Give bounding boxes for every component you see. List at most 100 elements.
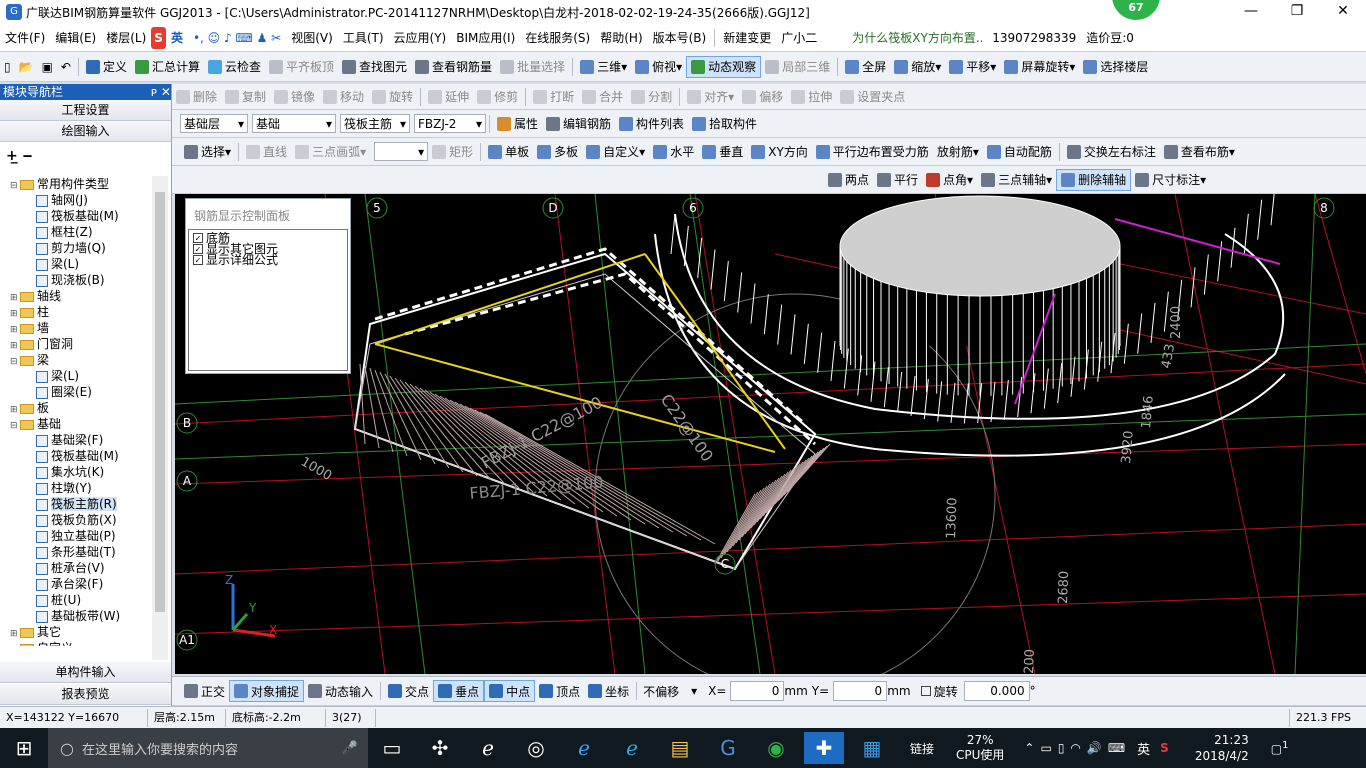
xy-direction-button[interactable]: XY方向: [747, 141, 812, 163]
grip-button[interactable]: 设置夹点: [836, 86, 909, 108]
mic-icon[interactable]: 🎤: [342, 741, 358, 756]
screenshot-app-icon[interactable]: ▦: [856, 732, 888, 764]
tree-item[interactable]: ⊞ 其它: [0, 624, 152, 640]
tree-item[interactable]: 筏板主筋(R): [0, 496, 152, 512]
component-list-button[interactable]: 构件列表: [615, 113, 688, 135]
line-button[interactable]: 直线: [242, 141, 291, 163]
mirror-button[interactable]: 镜像: [270, 86, 319, 108]
question-link[interactable]: 为什么筏板XY方向布置...: [822, 27, 982, 49]
menu-online[interactable]: 在线服务(S): [520, 27, 595, 49]
undo-icon[interactable]: ↶: [57, 56, 75, 78]
properties-button[interactable]: 属性: [493, 113, 542, 135]
align-button[interactable]: 对齐 ▾: [683, 86, 738, 108]
sogou-s-icon[interactable]: S: [151, 26, 166, 49]
price-beans[interactable]: 造价豆:0: [1081, 27, 1139, 49]
fan-app-icon[interactable]: ✣: [424, 732, 456, 764]
tree-item[interactable]: ⊞ 门窗洞: [0, 336, 152, 352]
rotate-checkbox[interactable]: 旋转: [917, 685, 958, 699]
menu-tools[interactable]: 工具(T): [338, 27, 389, 49]
tree-item[interactable]: 集水坑(K): [0, 464, 152, 480]
tree-item[interactable]: 筏板负筋(X): [0, 512, 152, 528]
cpu-meter[interactable]: 27% CPU使用: [956, 733, 1004, 763]
dynamic-input-button[interactable]: 动态输入: [304, 680, 377, 702]
tree-item[interactable]: 筏板基础(M): [0, 208, 152, 224]
guangxiaoer-button[interactable]: 广小二: [776, 27, 822, 49]
fullscreen-button[interactable]: 全屏: [841, 56, 890, 78]
draw-input-button[interactable]: 绘图输入: [0, 121, 171, 142]
pan-button[interactable]: 平移 ▾: [945, 56, 1000, 78]
glodon-active-icon[interactable]: ✚: [804, 732, 844, 764]
multi-slab-button[interactable]: 多板: [533, 141, 582, 163]
task-view-icon[interactable]: ▭: [376, 732, 408, 764]
tree-item[interactable]: ⊟ 梁: [0, 352, 152, 368]
merge-button[interactable]: 合并: [578, 86, 627, 108]
ortho-button[interactable]: 正交: [180, 680, 229, 702]
windows-start-icon[interactable]: ⊞: [0, 732, 48, 764]
snap-intersection-button[interactable]: 交点: [384, 680, 433, 702]
horizontal-button[interactable]: 水平: [649, 141, 698, 163]
snap-coord-button[interactable]: 坐标: [584, 680, 633, 702]
auto-rebar-button[interactable]: 自动配筋: [983, 141, 1056, 163]
break-button[interactable]: 打断: [529, 86, 578, 108]
y-input[interactable]: 0: [833, 681, 888, 701]
swap-label-button[interactable]: 交换左右标注: [1063, 141, 1160, 163]
menu-file[interactable]: 文件(F): [0, 27, 50, 49]
tree-item[interactable]: 基础梁(F): [0, 432, 152, 448]
tree-item[interactable]: 独立基础(P): [0, 528, 152, 544]
cloud-check-button[interactable]: 云检查: [204, 56, 265, 78]
batch-select-button[interactable]: 批量选择: [496, 56, 569, 78]
view-rebar-button[interactable]: 查看钢筋量: [411, 56, 496, 78]
tree-item[interactable]: ⊟ 常用构件类型: [0, 176, 152, 192]
rotate-button[interactable]: 旋转: [368, 86, 417, 108]
ime-lang[interactable]: 英: [166, 27, 188, 49]
tree-item[interactable]: 桩(U): [0, 592, 152, 608]
ime-tools-icon[interactable]: •, ☺ ♪ ⌨ ♟ ✂: [188, 27, 286, 49]
user-phone[interactable]: 13907298339: [982, 27, 1081, 49]
three-point-aux-button[interactable]: 三点辅轴 ▾: [977, 169, 1056, 191]
split-button[interactable]: 分割: [627, 86, 676, 108]
tray-icons[interactable]: ⌃▭▯◠🔊⌨: [1024, 741, 1131, 755]
arc-button[interactable]: 三点画弧 ▾: [291, 141, 370, 163]
zoom-button[interactable]: 缩放 ▾: [890, 56, 945, 78]
tree-item[interactable]: 梁(L): [0, 256, 152, 272]
drawing-canvas[interactable]: FBZJ-1 C22@100 FBZJ-1 C22@100 C22@100 24…: [175, 194, 1366, 674]
find-element-button[interactable]: 查找图元: [338, 56, 411, 78]
vertical-button[interactable]: 垂直: [698, 141, 747, 163]
tree-item[interactable]: 桩承台(V): [0, 560, 152, 576]
rotate-input[interactable]: 0.000: [963, 681, 1030, 701]
radial-rebar-button[interactable]: 放射筋 ▾: [933, 141, 983, 163]
menu-bim[interactable]: BIM应用(I): [451, 27, 520, 49]
trim-button[interactable]: 修剪: [473, 86, 522, 108]
rect-button[interactable]: 矩形: [428, 141, 477, 163]
new-file-button[interactable]: ▯: [0, 56, 15, 78]
checkbox-show-formula[interactable]: ✓ 显示详细公式: [189, 253, 347, 267]
green-app-icon[interactable]: ◉: [760, 732, 792, 764]
expand-toggle-icon[interactable]: ⊞: [10, 642, 20, 646]
link-label[interactable]: 链接: [910, 740, 934, 757]
open-folder-icon[interactable]: 📂: [15, 56, 38, 78]
tree-item[interactable]: ⊞ 柱: [0, 304, 152, 320]
extend-button[interactable]: 延伸: [424, 86, 473, 108]
tree-item[interactable]: 承台梁(F): [0, 576, 152, 592]
sogou-tray-icon[interactable]: S: [1160, 741, 1169, 755]
parallel-edge-button[interactable]: 平行边布置受力筋: [812, 141, 933, 163]
custom-button[interactable]: 自定义 ▾: [582, 141, 649, 163]
maximize-button[interactable]: ❐: [1274, 0, 1320, 24]
top-view-button[interactable]: 俯视 ▾: [631, 56, 686, 78]
taskbar-search-box[interactable]: ○ 在这里输入你要搜索的内容 🎤: [48, 728, 368, 768]
tree-scrollbar[interactable]: [152, 176, 168, 660]
point-angle-button[interactable]: 点角 ▾: [922, 169, 977, 191]
move-button[interactable]: 移动: [319, 86, 368, 108]
ie-browser-icon[interactable]: ℯ: [472, 732, 504, 764]
tray-ime[interactable]: 英: [1137, 739, 1150, 758]
single-slab-button[interactable]: 单板: [484, 141, 533, 163]
pick-component-button[interactable]: 拾取构件: [688, 113, 761, 135]
view3d-dropdown[interactable]: 三维 ▾: [576, 56, 631, 78]
snap-midpoint-button[interactable]: 中点: [484, 680, 536, 702]
tree-item[interactable]: ⊟ 基础: [0, 416, 152, 432]
tree-item[interactable]: ⊞ 墙: [0, 320, 152, 336]
snap-vertex-button[interactable]: 顶点: [535, 680, 584, 702]
tree-item[interactable]: 基础板带(W): [0, 608, 152, 624]
delete-button[interactable]: 删除: [172, 86, 221, 108]
save-icon[interactable]: ▣: [38, 56, 57, 78]
